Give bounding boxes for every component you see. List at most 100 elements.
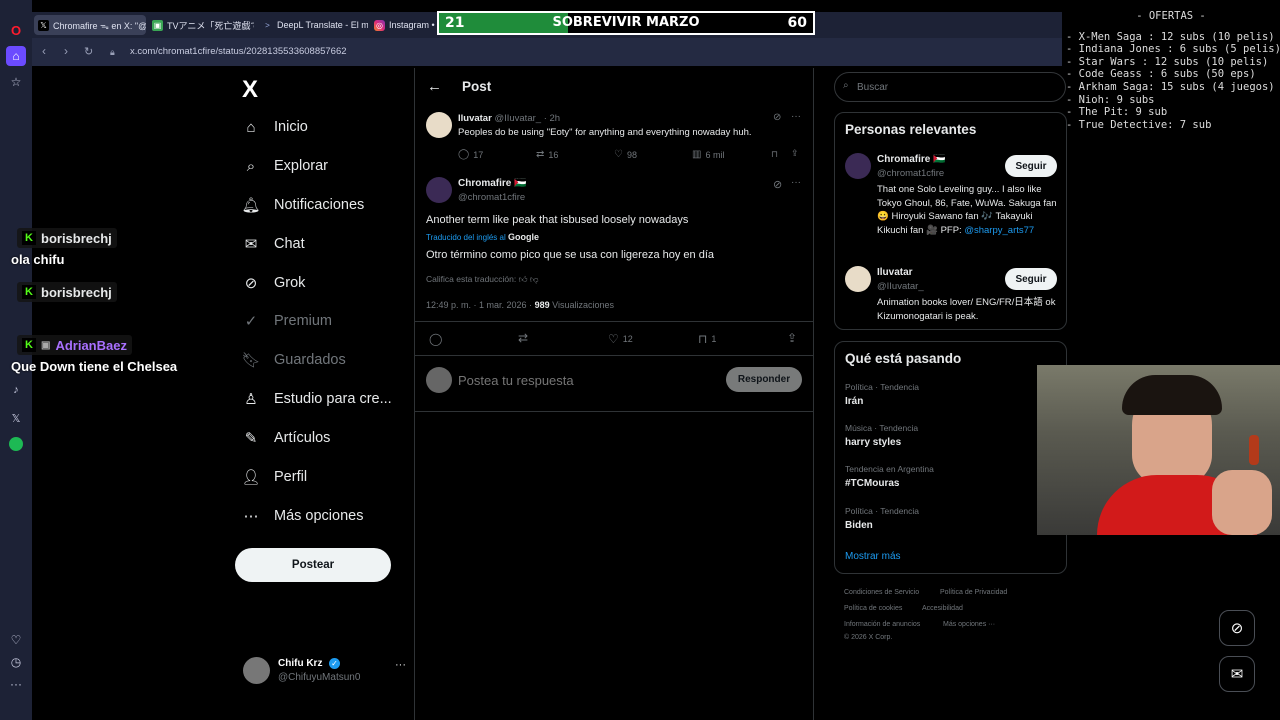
nav-explore[interactable]: ⌕ Explorar: [242, 152, 328, 180]
offers-panel: - OFERTAS - - X-Men Saga : 12 subs (10 p…: [1062, 0, 1280, 155]
follow-button[interactable]: Seguir: [1005, 268, 1057, 290]
footer-link[interactable]: Condiciones de Servicio: [844, 589, 919, 596]
grok-icon[interactable]: ⊘: [1219, 610, 1255, 646]
reply-button[interactable]: ◯ 17: [458, 149, 483, 160]
star-icon[interactable]: ☆: [6, 72, 26, 92]
share-icon[interactable]: ⇪: [787, 331, 797, 345]
divider: [415, 321, 813, 322]
views-button[interactable]: ▥ 6 mil: [692, 149, 724, 160]
translation-credit: Traducido del inglés al Google: [426, 232, 539, 242]
like-button[interactable]: ♡ 98: [614, 149, 637, 160]
avatar[interactable]: [426, 177, 452, 203]
nav-grok[interactable]: ⊘ Grok: [242, 269, 306, 297]
more-icon[interactable]: ···: [791, 111, 801, 122]
articles-icon: ✎: [244, 430, 258, 447]
trend-item[interactable]: harry styles: [845, 437, 901, 448]
bookmark-count: 1: [711, 334, 717, 344]
spotify-icon[interactable]: [6, 434, 26, 454]
follow-button[interactable]: Seguir: [1005, 155, 1057, 177]
footer-link[interactable]: Información de anuncios: [844, 621, 920, 628]
avatar[interactable]: [845, 266, 871, 292]
repost-icon[interactable]: ⇄: [518, 331, 528, 345]
person-name[interactable]: Iluvatar: [877, 267, 913, 278]
heart-icon[interactable]: ♡: [6, 630, 26, 650]
badge-icon: ▣: [41, 339, 51, 351]
more-icon[interactable]: ···: [395, 659, 406, 671]
tweet-author[interactable]: Chromafire 🇵🇸: [458, 178, 527, 189]
thumbs-down-icon[interactable]: 👎︎: [530, 274, 539, 284]
tab-chromafire[interactable]: 𝕏 Chromafire ᯓ en X: "@IIu: [34, 15, 146, 35]
flag-icon: 🇵🇸: [514, 178, 527, 189]
nav-creator-studio[interactable]: ♙ Estudio para cre...: [242, 385, 391, 413]
nav-more[interactable]: ⋯ Más opciones: [242, 502, 364, 530]
more-icon[interactable]: ···: [791, 177, 801, 188]
translated-label[interactable]: Traducido del inglés al: [426, 233, 506, 242]
x-sidebar: X ⌂ Inicio ⌕ Explorar 🔔︎ Notificaciones ✉ Ch…: [235, 68, 414, 718]
footer-link[interactable]: Política de cookies: [844, 605, 902, 612]
footer-link[interactable]: Accesibilidad: [922, 605, 963, 612]
url-field[interactable]: x.com/chromat1cfire/status/2028135533608…: [130, 46, 347, 57]
grok-icon[interactable]: ⊘: [773, 112, 781, 123]
nav-label: Grok: [274, 275, 306, 291]
avatar[interactable]: [845, 153, 871, 179]
nav-home[interactable]: ⌂ Inicio: [242, 113, 307, 141]
nav-premium[interactable]: ✓ Premium: [242, 307, 332, 335]
show-more-link[interactable]: Mostrar más: [845, 551, 901, 562]
nav-chat[interactable]: ✉ Chat: [242, 230, 305, 258]
avatar[interactable]: [426, 112, 452, 138]
reply-button[interactable]: Responder: [726, 367, 802, 392]
reply-count: 17: [473, 149, 484, 160]
offer-line: - The Pit: 9 sub: [1066, 106, 1168, 119]
comment-icon[interactable]: ◯: [429, 332, 442, 346]
webcam-background-object: [1249, 435, 1259, 465]
chat-username: K borisbrechj: [17, 282, 117, 302]
tab-deepl[interactable]: > DeepL Translate - El mejor: [258, 15, 368, 35]
person-name[interactable]: Chromafire 🇵🇸: [877, 154, 946, 165]
search-box[interactable]: ⌕: [834, 72, 1066, 102]
footer-link[interactable]: Política de Privacidad: [940, 589, 1007, 596]
tweet-author[interactable]: Iluvatar: [458, 113, 492, 124]
home-icon[interactable]: ⌂: [6, 46, 26, 66]
history-icon[interactable]: ◷: [6, 652, 26, 672]
nav-label: Notificaciones: [274, 197, 365, 213]
thumbs-up-icon[interactable]: 👍︎: [519, 274, 528, 284]
google-label: Google: [507, 232, 539, 242]
search-input[interactable]: [857, 79, 1057, 95]
mail-icon: ✉: [244, 236, 258, 253]
trend-item[interactable]: Irán: [845, 396, 863, 407]
kick-icon: K: [22, 285, 36, 299]
tab-instagram[interactable]: ◎ Instagram • M: [370, 15, 436, 35]
bookmark-icon[interactable]: ⊓: [771, 149, 778, 160]
forward-icon[interactable]: ›: [64, 44, 68, 58]
nav-articles[interactable]: ✎ Artículos: [242, 424, 331, 452]
nav-bookmarks[interactable]: 🔖︎ Guardados: [241, 346, 345, 374]
nav-label: Perfil: [274, 469, 308, 485]
mail-icon[interactable]: ✉: [1219, 656, 1255, 692]
score-bar: 21 SOBREVIVIR MARZO 60: [437, 11, 815, 35]
nav-profile[interactable]: 👤︎ Perfil: [241, 463, 308, 491]
back-arrow-icon[interactable]: ←: [427, 78, 442, 95]
timestamp-text[interactable]: 12:49 p. m. · 1 mar. 2026 ·: [426, 300, 532, 310]
x-logo-icon[interactable]: X: [242, 76, 258, 104]
tiktok-icon[interactable]: ♪: [6, 380, 26, 400]
more-icon[interactable]: ···: [6, 674, 26, 694]
rate-label: Califica esta traducción:: [426, 274, 517, 284]
grok-icon[interactable]: ⊘: [773, 178, 782, 191]
like-button[interactable]: ♡ 12: [608, 332, 633, 346]
repost-button[interactable]: ⇄ 16: [536, 149, 558, 160]
back-icon[interactable]: ‹: [42, 44, 46, 58]
bio-link[interactable]: @sharpy_arts77: [964, 225, 1034, 236]
trend-item[interactable]: #TCMouras: [845, 478, 899, 489]
post-button[interactable]: Postear: [235, 548, 391, 582]
footer-link[interactable]: Más opciones ···: [943, 621, 995, 628]
nav-notifications[interactable]: 🔔︎ Notificaciones: [241, 191, 365, 219]
share-icon[interactable]: ⇪: [791, 148, 799, 159]
reload-icon[interactable]: ↻: [84, 45, 93, 58]
bookmark-button[interactable]: ⊓ 1: [698, 332, 716, 346]
opera-logo-icon[interactable]: O: [6, 20, 26, 40]
tab-anime[interactable]: ▣ TVアニメ「死亡遊戯で飯を食: [148, 15, 254, 35]
reply-input[interactable]: [458, 370, 718, 390]
trend-item[interactable]: Biden: [845, 520, 873, 531]
x-app-icon[interactable]: 𝕏: [6, 408, 26, 428]
account-switcher[interactable]: Chifu Krz ✓ @ChifuyuMatsun0 ···: [243, 655, 406, 685]
